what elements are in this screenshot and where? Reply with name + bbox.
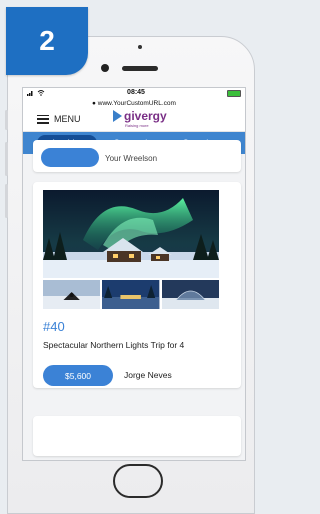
step-number: 2 — [39, 25, 55, 56]
previous-bidder-name: Your Wreelson — [105, 154, 158, 163]
lot-thumbnail[interactable] — [43, 280, 101, 309]
lot-thumbnail[interactable] — [102, 280, 160, 309]
phone-speaker — [122, 66, 158, 71]
wifi-icon — [37, 90, 45, 98]
highest-bidder-name: Jorge Neves — [124, 370, 172, 380]
givergy-logo-icon — [113, 110, 122, 122]
phone-side-button — [5, 110, 8, 130]
url-bar[interactable]: ● www.YourCustomURL.com — [23, 100, 245, 107]
logo-text: givergy — [124, 109, 167, 123]
app-header: MENU givergy Raising more — [23, 107, 245, 132]
lot-thumbnail[interactable] — [161, 280, 219, 309]
status-bar: 08:45 — [23, 88, 245, 100]
phone-side-button — [5, 184, 8, 218]
step-badge: 2 — [6, 7, 88, 75]
phone-camera — [101, 64, 109, 72]
status-time: 08:45 — [127, 89, 145, 96]
menu-button[interactable]: MENU — [23, 114, 81, 124]
list-item[interactable] — [33, 416, 241, 456]
previous-bid-button[interactable] — [41, 148, 99, 167]
lot-number[interactable]: #40 — [43, 319, 65, 334]
logo-tagline: Raising more — [125, 123, 149, 128]
phone-home-button[interactable] — [113, 464, 163, 498]
battery-icon — [227, 90, 241, 97]
lot-thumbnails — [43, 280, 219, 309]
hamburger-icon — [37, 114, 49, 124]
lot-list: Your Wreelson #40 Spectacular Northern L… — [23, 140, 245, 456]
givergy-logo[interactable]: givergy Raising more — [113, 109, 167, 128]
bid-amount-button[interactable]: $5,600 — [43, 365, 113, 386]
phone-side-button — [5, 142, 8, 176]
phone-sensor — [138, 45, 142, 49]
lot-main-image[interactable] — [43, 190, 219, 278]
lot-title[interactable]: Spectacular Northern Lights Trip for 4 — [43, 340, 184, 350]
phone-screen: 08:45 ● www.YourCustomURL.com MENU giver… — [22, 87, 246, 461]
signal-icon — [27, 90, 35, 98]
menu-label: MENU — [54, 114, 81, 124]
